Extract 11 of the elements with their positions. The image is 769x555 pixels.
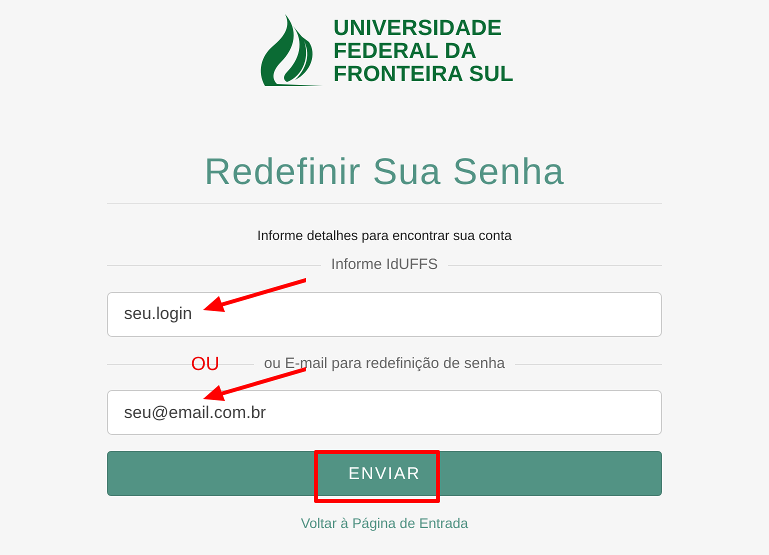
page-title: Redefinir Sua Senha bbox=[203, 150, 566, 194]
field-label: ou E-mail para redefinição de senha bbox=[264, 354, 505, 374]
logo-text-line: UNIVERSIDADE bbox=[333, 16, 504, 38]
submit-button[interactable]: ENVIAR bbox=[107, 451, 662, 496]
instruction-text: Informe detalhes para encontrar sua conta bbox=[256, 227, 513, 245]
logo-text-line: FEDERAL DA bbox=[333, 38, 478, 62]
annotation-text: OU bbox=[191, 353, 220, 377]
email-field[interactable]: seu@email.com.br bbox=[107, 390, 662, 436]
login-field[interactable]: seu.login bbox=[107, 292, 662, 337]
logo-text-line: FRONTEIRA SUL bbox=[333, 62, 514, 84]
field-label: Informe IdUFFS bbox=[331, 255, 438, 276]
